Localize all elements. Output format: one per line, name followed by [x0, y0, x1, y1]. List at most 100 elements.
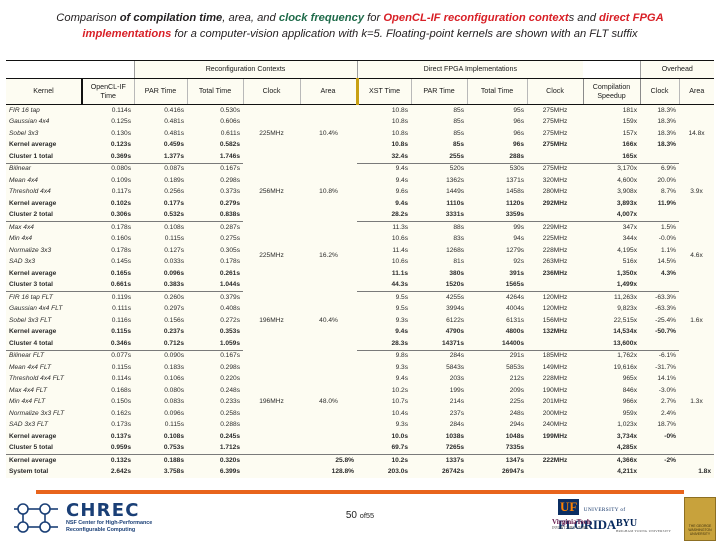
cell-total-time: 0.611s [220, 129, 240, 137]
cell-opencl-time: 0.077s [111, 352, 131, 360]
cell-overhead-clock: -31.7% [655, 363, 677, 371]
cell-direct-total-time: 96s [513, 129, 525, 137]
title-part-2: of compilation time [119, 12, 223, 24]
cell-xst-time: 10.7s [391, 398, 409, 406]
cell-xst-time: 9.4s [395, 176, 409, 184]
cell-par-time: 0.260s [164, 293, 184, 301]
cell-compilation-speedup: 3,908x [617, 188, 638, 196]
cell-direct-clock: 229MHz [542, 223, 568, 231]
cell-overhead-area: 14.8x [688, 129, 705, 137]
cell-compilation-speedup: 347x [622, 223, 638, 231]
cell-total-time: 1.044s [187, 279, 243, 292]
cell-kernel: Max 4x4 [9, 223, 34, 231]
column-header-xst-time: XST Time [355, 78, 412, 105]
cell-xst-time: 44.3s [357, 279, 412, 292]
cell-kernel: System total [9, 468, 49, 476]
cell-opencl-time: 0.165s [110, 269, 131, 277]
cell-total-time: 0.353s [219, 328, 240, 336]
cell-direct-clock: 199MHz [542, 432, 568, 440]
cell-direct-par-time: 85s [453, 118, 465, 126]
cell-xst-time: 10.4s [391, 409, 409, 417]
cell-par-time: 0.177s [163, 199, 184, 207]
cell-par-time: 0.416s [164, 106, 184, 114]
cell-compilation-speedup: 4,211x [617, 468, 638, 476]
table-row: Threshold 4x4 0.117s 0.256s 0.373s 9.6s 1449s… [6, 187, 714, 199]
cell-overhead-clock [640, 151, 680, 164]
cell-compilation-speedup: 3,893x [616, 199, 638, 207]
table-row: SAD 3x3 FLT 0.173s 0.115s 0.288s 9.3s 284s 294… [6, 420, 714, 432]
slide-footer: CHREC NSF Center for High-Performance Re… [0, 496, 720, 541]
cell-direct-par-time: 6122s [446, 316, 465, 324]
table-row: Kernel average 0.165s 0.096s 0.261s 11.1s 380… [6, 268, 714, 280]
cell-opencl-time: 0.178s [111, 246, 131, 254]
cell-par-time: 0.087s [164, 165, 184, 173]
cell-direct-clock: 132MHz [542, 328, 568, 336]
cell-overhead-clock: 18.3% [657, 129, 677, 137]
cell-par-time: 0.033s [164, 258, 184, 266]
cell-direct-total-time: 1279s [506, 246, 525, 254]
cell-opencl-time: 0.346s [82, 338, 134, 351]
sponsor-logos: UF UNIVERSITY of FLORIDA VirginiaTech IN… [546, 496, 716, 541]
table-summary-row: Kernel average 0.132s 0.188s 0.320s 25.8% 10.… [6, 454, 715, 467]
cell-xst-time: 9.4s [395, 375, 409, 383]
cell-clock: 196MHz [259, 316, 284, 324]
cell-kernel: Gaussian 4x4 [9, 118, 50, 126]
cell-opencl-time: 0.130s [111, 129, 131, 137]
table-row: Cluster 2 total 0.306s 0.532s 0.838s 28.2s 33… [6, 209, 714, 222]
cell-direct-total-time: 209s [509, 386, 525, 394]
cell-total-time: 0.320s [187, 454, 243, 467]
cell-direct-par-time: 85s [453, 129, 465, 137]
cell-direct-par-time: 255s [411, 151, 468, 164]
gwu-tagline: THE GEORGE WASHINGTON UNIVERSITY [688, 524, 712, 537]
cell-direct-total-time: 530s [509, 165, 525, 173]
cell-compilation-speedup: 4,366x [583, 454, 641, 467]
cell-overhead-area: 1.6x [690, 316, 703, 324]
cell-par-time: 0.481s [164, 129, 184, 137]
cell-direct-clock [527, 209, 584, 222]
cell-clock [243, 454, 300, 467]
cell-opencl-time: 0.115s [111, 328, 131, 336]
table-row: Threshold 4x4 FLT 0.114s 0.106s 0.220s 9.4s 2… [6, 374, 714, 386]
vt-tech: Tech [576, 518, 591, 526]
cell-total-time: 0.298s [220, 176, 240, 184]
cell-direct-total-time: 14400s [467, 338, 528, 351]
cell-direct-par-time: 237s [449, 409, 465, 417]
cell-compilation-speedup: 4,600x [617, 176, 638, 184]
cell-area: 10.8% [319, 188, 338, 196]
chrec-tagline: NSF Center for High-Performance Reconfig… [66, 520, 152, 535]
cell-direct-total-time: 1565s [467, 279, 528, 292]
cell-xst-time: 9.3s [395, 316, 409, 324]
cell-direct-clock: 228MHz [542, 246, 568, 254]
cell-overhead-area: 1.3x [690, 397, 703, 405]
cell-direct-total-time: 95s [513, 106, 525, 114]
column-header-total-time: Total Time [186, 78, 243, 105]
cell-direct-par-time: 4255s [446, 293, 465, 301]
table-row: Cluster 4 total 0.346s 0.712s 1.059s 28.3s 14… [6, 338, 714, 351]
table-row: Kernel average 0.137s 0.108s 0.245s 10.0s 103… [6, 431, 714, 443]
cell-overhead-clock: -2% [640, 454, 680, 467]
cell-par-time: 0.256s [164, 188, 184, 196]
cell-opencl-time: 0.132s [82, 454, 134, 467]
cell-opencl-time: 0.178s [111, 223, 131, 231]
cell-direct-total-time: 4004s [506, 305, 525, 313]
cell-kernel: Bilinear FLT [9, 352, 45, 360]
cell-par-time: 0.115s [164, 235, 184, 243]
cell-compilation-speedup: 22,515x [613, 316, 638, 324]
cell-par-time: 0.083s [164, 398, 184, 406]
cell-compilation-speedup: 965x [622, 375, 638, 383]
cell-total-time: 1.746s [187, 151, 243, 164]
cell-opencl-time: 0.959s [82, 442, 134, 455]
group-header-direct-fpga-implementations: Direct FPGA Implementations [356, 60, 584, 79]
cell-direct-total-time: 391s [509, 269, 525, 277]
table-row: FIR 16 tap 0.114s 0.416s 0.530s 225MHz 10.4% 1… [6, 105, 714, 137]
cell-compilation-speedup: 181x [622, 106, 638, 114]
cell-overhead-clock [640, 209, 680, 222]
table-row: Sobel 3x3 0.130s 0.481s 0.611s 10.8s 85s 96s 27… [6, 128, 714, 140]
cell-direct-clock: 280MHz [542, 188, 568, 196]
cell-xst-time: 9.3s [395, 421, 409, 429]
cell-direct-total-time: 99s [513, 223, 525, 231]
cell-xst-time: 203.0s [387, 468, 409, 476]
cell-opencl-time: 0.116s [111, 316, 131, 324]
cell-compilation-speedup: 165x [583, 151, 641, 164]
cell-direct-par-time: 88s [453, 223, 465, 231]
